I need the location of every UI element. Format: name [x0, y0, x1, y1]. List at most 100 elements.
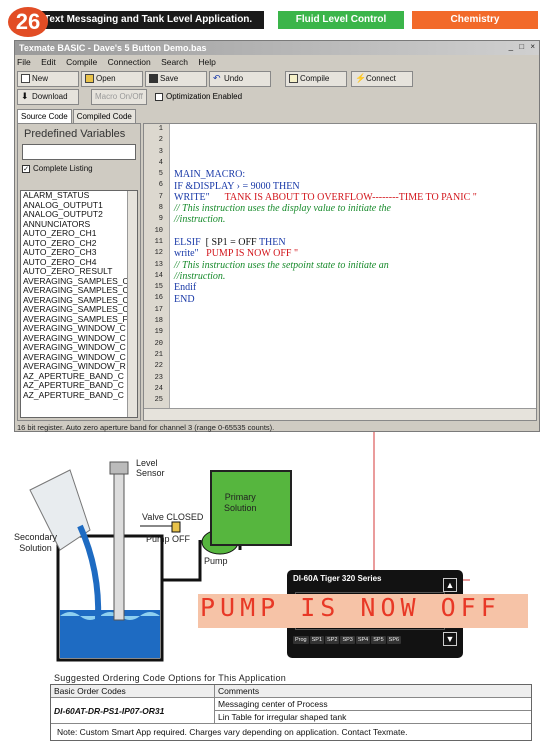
window-controls[interactable]: _ □ × [509, 42, 537, 51]
tank-liquid [60, 610, 160, 658]
section-title: Text Messaging and Tank Level Applicatio… [34, 11, 264, 29]
line-number: 11 [154, 237, 163, 246]
floppy-icon [149, 74, 158, 84]
complete-listing-checkbox[interactable]: ✓ Complete Listing [22, 164, 93, 173]
code-line: Endif [174, 282, 197, 294]
pour-stream [77, 524, 102, 621]
variable-filter-input[interactable] [22, 144, 136, 160]
editor-tabs: Source Code Compiled Code [17, 109, 137, 124]
code-editor[interactable]: 1 2 3 4 5 6 7 8 9 10 11 12 13 14 15 16 1… [143, 123, 537, 421]
macro-toggle-button[interactable]: Macro On/Off [91, 89, 147, 105]
code-line: ELSIF [ SP1 = OFF THEN [174, 237, 477, 248]
texmate-basic-window: Texmate BASIC - Dave's 5 Button Demo.bas… [14, 40, 540, 432]
line-number: 14 [154, 271, 163, 280]
code-line: WRITE" TANK IS ABOUT TO OVERFLOW--------… [174, 192, 477, 203]
variable-list[interactable]: ALARM_STATUS ANALOG_OUTPUT1 ANALOG_OUTPU… [20, 190, 138, 418]
folder-icon [85, 74, 94, 84]
category-tag-fluid: Fluid Level Control [278, 11, 404, 29]
checkbox-checked[interactable]: ✓ [22, 164, 30, 173]
tab-source-code[interactable]: Source Code [17, 109, 72, 124]
new-button[interactable]: New [17, 71, 79, 87]
line-number: 5 [158, 170, 163, 179]
category-tag-chemistry: Chemistry [412, 11, 538, 29]
checkbox-box[interactable] [155, 92, 163, 101]
pipe [162, 540, 202, 582]
line-number: 6 [158, 181, 163, 190]
comment-line: Lin Table for irregular shaped tank [218, 712, 347, 722]
pump-label: Pump [204, 556, 228, 566]
ordering-title: Suggested Ordering Code Options for This… [54, 673, 287, 683]
optimization-checkbox[interactable]: Optimization Enabled [155, 92, 242, 101]
open-button[interactable]: Open [81, 71, 143, 87]
menu-compile[interactable]: Compile [66, 57, 97, 67]
line-number: 16 [154, 294, 163, 303]
menu-help[interactable]: Help [198, 57, 215, 67]
line-number: 23 [154, 373, 163, 382]
section-number-badge: 26 [8, 7, 48, 37]
code-token: IF &DISPLAY › = 9000 [174, 180, 273, 192]
predefined-variables-title: Predefined Variables [24, 128, 126, 140]
line-number: 1 [158, 125, 163, 133]
line-number: 15 [154, 283, 163, 292]
tank-diagram [29, 432, 470, 662]
sp5-button[interactable]: SP5 [371, 636, 386, 644]
comment-line: Messaging center of Process [215, 698, 531, 711]
connect-icon: ⚡ [355, 73, 367, 84]
connect-button[interactable]: ⚡Connect [351, 71, 413, 87]
code-comment: // This instruction uses the display val… [174, 203, 391, 215]
meter-buttons: Prog SP1 SP2 SP3 SP4 SP5 SP6 [293, 636, 402, 644]
sp4-button[interactable]: SP4 [355, 636, 371, 644]
menu-search[interactable]: Search [161, 57, 188, 67]
sp3-button[interactable]: SP3 [340, 636, 355, 644]
level-sensor-head [109, 461, 129, 475]
menu-file[interactable]: File [17, 57, 31, 67]
line-number: 24 [154, 384, 163, 393]
menu-connection[interactable]: Connection [108, 57, 151, 67]
source-code[interactable]: MAIN_MACRO: IF &DISPLAY › = 9000 THEN WRIT… [174, 158, 477, 327]
code-line: END [174, 293, 195, 305]
predefined-variables-panel: Predefined Variables ✓ Complete Listing A… [17, 123, 141, 421]
undo-icon: ↶ [213, 73, 221, 84]
sp2-button[interactable]: SP2 [325, 636, 340, 644]
new-label: New [32, 74, 49, 83]
arrow-up-icon[interactable]: ▲ [443, 578, 457, 592]
table-row: DI-60AT-DR-PS1-IP07-OR31 Messaging cente… [51, 698, 531, 724]
code-line: IF &DISPLAY › = 9000 THEN [174, 181, 477, 192]
secondary-solution-label: Secondary Solution [14, 532, 58, 553]
line-number: 10 [154, 226, 163, 235]
line-number-gutter: 1 2 3 4 5 6 7 8 9 10 11 12 13 14 15 16 1… [144, 124, 170, 408]
code-token: ELSIF [174, 237, 201, 249]
save-button[interactable]: Save [145, 71, 207, 87]
line-number: 9 [158, 215, 163, 224]
order-note: Note: Custom Smart App required. Charges… [57, 727, 408, 737]
editor-horizontal-scrollbar[interactable] [144, 408, 536, 420]
sp6-button[interactable]: SP6 [386, 636, 402, 644]
line-number: 22 [154, 362, 163, 371]
line-number: 8 [158, 204, 163, 213]
code-token: WRITE" [174, 191, 210, 203]
comments-cell: Messaging center of Process Lin Table fo… [215, 698, 531, 723]
ordering-table: Basic Order Codes Comments DI-60AT-DR-PS… [50, 684, 532, 741]
list-scrollbar[interactable] [127, 191, 137, 417]
line-number: 20 [154, 339, 163, 348]
line-number: 7 [158, 192, 163, 201]
code-comment: //instruction. [174, 270, 226, 282]
undo-button[interactable]: ↶ Undo [209, 71, 271, 87]
compile-button[interactable]: Compile [285, 71, 347, 87]
sp1-button[interactable]: SP1 [309, 636, 325, 644]
download-icon: ⬇ [21, 91, 29, 102]
compile-icon [289, 74, 298, 84]
download-label: Download [32, 92, 68, 101]
line-number: 13 [154, 260, 163, 269]
arrow-down-icon[interactable]: ▼ [443, 632, 457, 646]
tab-compiled-code[interactable]: Compiled Code [72, 109, 136, 124]
line-number: 19 [154, 328, 163, 337]
level-sensor-label: Level Sensor [136, 458, 165, 478]
prog-button[interactable]: Prog [293, 636, 309, 644]
code-token: write" [174, 248, 199, 260]
menu-edit[interactable]: Edit [41, 57, 56, 67]
valve [171, 521, 181, 533]
download-button[interactable]: ⬇ Download [17, 89, 79, 105]
line-number: 2 [158, 136, 163, 145]
list-item[interactable]: AZ_APERTURE_BAND_C [21, 390, 137, 401]
